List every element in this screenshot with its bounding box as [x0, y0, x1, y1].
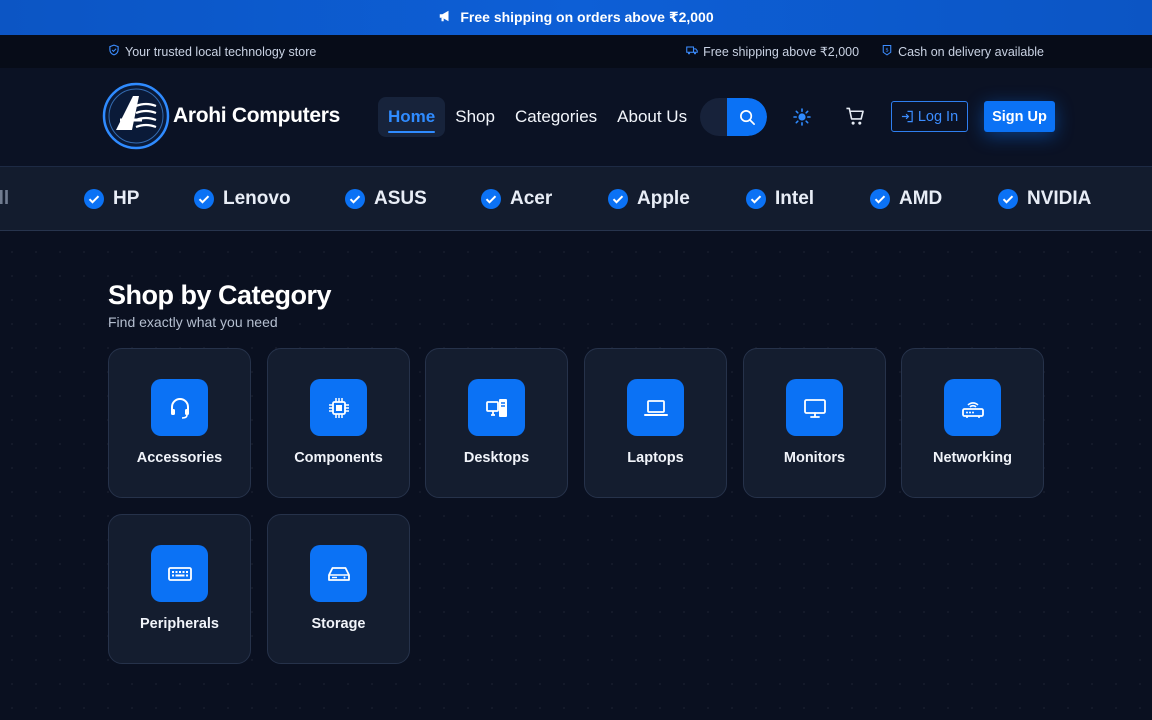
brand-label: NVIDIA — [1027, 188, 1092, 209]
category-card-laptops[interactable]: Laptops — [584, 348, 727, 498]
brand-label: HP — [113, 188, 140, 209]
search-input[interactable] — [700, 98, 730, 136]
headset-icon — [151, 379, 208, 436]
promo-text: Free shipping on orders above ₹2,000 — [460, 9, 714, 25]
brand-item-intel[interactable]: Intel — [745, 167, 815, 230]
nav-categories[interactable]: Categories — [505, 97, 607, 137]
site-header: Arohi Computers Home Shop Categories Abo… — [0, 68, 1152, 167]
truck-icon — [686, 44, 698, 59]
nav-shop[interactable]: Shop — [445, 97, 505, 137]
category-card-components[interactable]: Components — [267, 348, 410, 498]
search-icon — [739, 109, 755, 125]
nav-home[interactable]: Home — [378, 97, 446, 137]
check-circle-icon — [481, 189, 501, 209]
brand-label: Lenovo — [223, 188, 291, 209]
category-card-monitors[interactable]: Monitors — [743, 348, 886, 498]
promo-banner: Free shipping on orders above ₹2,000 — [0, 0, 1152, 35]
category-label: Components — [294, 450, 383, 466]
brand-label: Acer — [510, 188, 553, 209]
brand-name[interactable]: Arohi Computers — [173, 104, 340, 128]
check-circle-icon — [345, 189, 365, 209]
router-icon — [944, 379, 1001, 436]
category-card-accessories[interactable]: Accessories — [108, 348, 251, 498]
search-button[interactable] — [727, 98, 767, 136]
keyboard-icon — [151, 545, 208, 602]
brand-label: ASUS — [374, 188, 427, 209]
category-label: Networking — [933, 450, 1012, 466]
category-label: Laptops — [627, 450, 684, 466]
main-nav: Home Shop Categories About Us — [378, 97, 697, 137]
search-bar — [700, 98, 767, 136]
brand-logo[interactable] — [102, 82, 170, 150]
nav-about-us[interactable]: About Us — [607, 97, 697, 137]
login-button[interactable]: Log In — [891, 101, 968, 132]
monitor-icon — [786, 379, 843, 436]
check-circle-icon — [746, 189, 766, 209]
section-subtitle: Find exactly what you need — [108, 314, 278, 330]
check-circle-icon — [608, 189, 628, 209]
brand-item-hp[interactable]: HP — [83, 167, 140, 230]
brand-item-apple[interactable]: Apple — [607, 167, 690, 230]
brand-marquee: ell HP Lenovo ASUS Acer Apple Intel AMD … — [0, 167, 1152, 231]
chip-icon — [310, 379, 367, 436]
login-icon — [901, 110, 913, 123]
category-label: Desktops — [463, 450, 530, 466]
cart-icon[interactable] — [845, 106, 866, 127]
signup-button[interactable]: Sign Up — [984, 101, 1055, 132]
brand-item-asus[interactable]: ASUS — [344, 167, 427, 230]
brand-item-lenovo[interactable]: Lenovo — [193, 167, 291, 230]
brand-label: Intel — [775, 188, 815, 209]
category-label: Storage — [311, 616, 366, 632]
login-label: Log In — [917, 108, 959, 125]
brand-item-acer[interactable]: Acer — [480, 167, 553, 230]
cash-icon: $ — [881, 44, 893, 59]
category-label: Accessories — [136, 450, 223, 466]
category-card-storage[interactable]: Storage — [267, 514, 410, 664]
category-card-peripherals[interactable]: Peripherals — [108, 514, 251, 664]
sun-icon[interactable] — [793, 108, 811, 126]
category-label: Peripherals — [140, 616, 219, 632]
category-card-networking[interactable]: Networking — [901, 348, 1044, 498]
shield-icon — [108, 44, 120, 59]
check-circle-icon — [194, 189, 214, 209]
svg-text:$: $ — [885, 48, 888, 54]
store-tagline: Your trusted local technology store — [125, 44, 317, 59]
drive-icon — [310, 545, 367, 602]
desktop-icon — [468, 379, 525, 436]
check-circle-icon — [998, 189, 1018, 209]
brand-label: Apple — [637, 188, 690, 209]
category-card-desktops[interactable]: Desktops — [425, 348, 568, 498]
brand-label: AMD — [899, 188, 943, 209]
megaphone-icon — [438, 9, 452, 26]
brand-item-nvidia[interactable]: NVIDIA — [997, 167, 1092, 230]
brand-item-partial: ell — [0, 188, 10, 209]
category-label: Monitors — [783, 450, 846, 466]
check-circle-icon — [870, 189, 890, 209]
brand-item-amd[interactable]: AMD — [869, 167, 943, 230]
shipping-info: Free shipping above ₹2,000 — [703, 45, 860, 59]
cod-info: Cash on delivery available — [898, 44, 1044, 59]
section-title: Shop by Category — [108, 280, 332, 310]
info-strip: Your trusted local technology store Free… — [0, 35, 1152, 68]
check-circle-icon — [84, 189, 104, 209]
laptop-icon — [627, 379, 684, 436]
